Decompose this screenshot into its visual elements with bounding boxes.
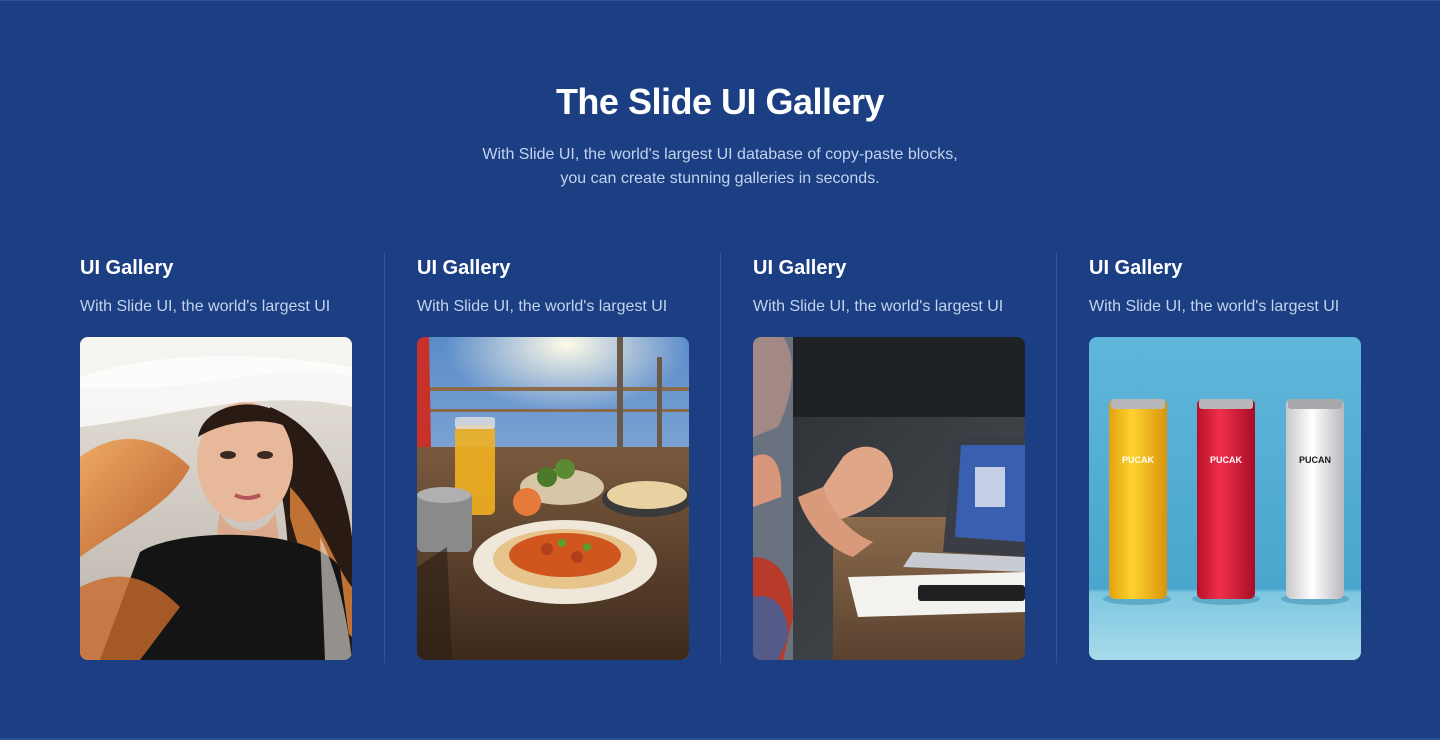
card-image-portrait[interactable] bbox=[80, 337, 352, 660]
cans-image: PUCAK PUCAK PUCAN bbox=[1089, 337, 1361, 660]
gallery-section: The Slide UI Gallery With Slide UI, the … bbox=[0, 0, 1440, 740]
can-label: PUCAK bbox=[1122, 455, 1155, 465]
card-description: With Slide UI, the world's largest UI bbox=[80, 298, 331, 315]
gallery-card[interactable]: UI Gallery With Slide UI, the world's la… bbox=[720, 253, 1056, 663]
gallery-card[interactable]: UI Gallery With Slide UI, the world's la… bbox=[1056, 253, 1392, 663]
card-description: With Slide UI, the world's largest UI bbox=[417, 298, 668, 315]
subtitle-line-1: With Slide UI, the world's largest UI da… bbox=[482, 146, 958, 163]
card-image-cans[interactable]: PUCAK PUCAK PUCAN bbox=[1089, 337, 1361, 660]
food-image bbox=[417, 337, 689, 660]
page-subtitle: With Slide UI, the world's largest UI da… bbox=[420, 143, 1020, 191]
portrait-image bbox=[80, 337, 352, 660]
gallery-grid: UI Gallery With Slide UI, the world's la… bbox=[48, 253, 1392, 663]
card-image-meeting[interactable] bbox=[753, 337, 1025, 660]
can-label: PUCAN bbox=[1299, 455, 1331, 465]
meeting-image bbox=[753, 337, 1025, 660]
card-description: With Slide UI, the world's largest UI bbox=[1089, 298, 1340, 315]
subtitle-line-2: you can create stunning galleries in sec… bbox=[560, 170, 880, 187]
can-label: PUCAK bbox=[1210, 455, 1243, 465]
gallery-card[interactable]: UI Gallery With Slide UI, the world's la… bbox=[384, 253, 720, 663]
card-title: UI Gallery bbox=[1089, 257, 1183, 279]
card-title: UI Gallery bbox=[753, 257, 847, 279]
card-title: UI Gallery bbox=[80, 257, 174, 279]
card-description: With Slide UI, the world's largest UI bbox=[753, 298, 1004, 315]
gallery-card[interactable]: UI Gallery With Slide UI, the world's la… bbox=[48, 253, 384, 663]
card-image-food[interactable] bbox=[417, 337, 689, 660]
page-title: The Slide UI Gallery bbox=[555, 81, 885, 122]
card-title: UI Gallery bbox=[417, 257, 511, 279]
